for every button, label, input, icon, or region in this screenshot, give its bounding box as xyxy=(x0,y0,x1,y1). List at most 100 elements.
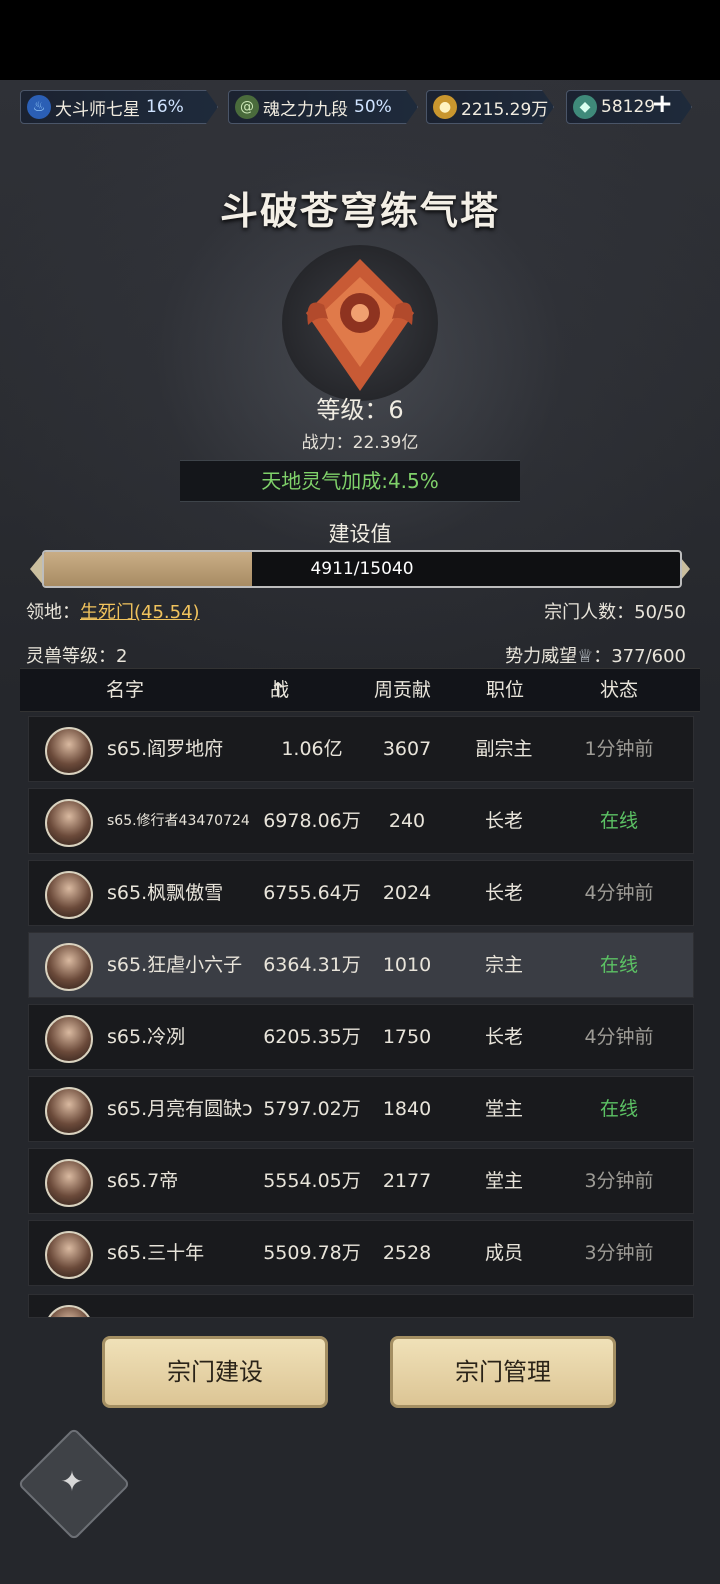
soul-power-bar[interactable]: @ 魂之力九段 50% xyxy=(228,90,418,124)
member-name: s65.冷冽 xyxy=(107,1026,186,1048)
prestige-icon: ♕ xyxy=(577,646,594,667)
member-avatar[interactable] xyxy=(45,871,93,919)
member-status: 在线 xyxy=(599,1098,638,1120)
member-position: 宗主 xyxy=(484,954,523,976)
member-position: 堂主 xyxy=(484,1098,523,1120)
member-status: 1分钟前 xyxy=(584,738,654,760)
member-contribution: 1010 xyxy=(382,954,432,976)
col-name: 名字 xyxy=(106,679,145,701)
member-power: 1.06亿 xyxy=(281,738,343,760)
soul-flame-icon: ♨ xyxy=(27,95,51,119)
soul-power-label: 魂之力九段 xyxy=(263,99,348,120)
member-power: 5554.05万 xyxy=(263,1170,361,1192)
member-name: s65.修行者43470724 xyxy=(107,813,250,829)
jade-amount: 58129 xyxy=(601,97,656,117)
member-position: 长老 xyxy=(484,882,523,904)
member-status: 在线 xyxy=(599,954,638,976)
build-value-label: 建设值 xyxy=(328,522,392,546)
member-table-header: 名字 战力↑ 周贡献 职位 状态 xyxy=(20,668,700,743)
member-row[interactable]: s65.阎罗地府 1.06亿 3607 副宗主 1分钟前 xyxy=(28,716,694,782)
col-contribution[interactable]: 周贡献 xyxy=(374,669,431,711)
coin-bar[interactable]: ● 2215.29万 xyxy=(426,90,554,124)
member-power: 6205.35万 xyxy=(263,1026,361,1048)
jade-bar[interactable]: ◆ 58129 + xyxy=(566,90,692,124)
member-row[interactable]: s65.冷冽 6205.35万 1750 长老 4分钟前 xyxy=(28,1004,694,1070)
member-power: 6978.06万 xyxy=(263,810,361,832)
member-avatar[interactable] xyxy=(45,1231,93,1279)
member-power: 6364.31万 xyxy=(263,954,361,976)
member-avatar[interactable] xyxy=(45,1305,93,1317)
member-position: 长老 xyxy=(484,810,523,832)
member-status: 4分钟前 xyxy=(584,882,654,904)
member-position: 长老 xyxy=(484,1026,523,1048)
sort-up-icon: ↑ xyxy=(270,679,286,701)
member-row[interactable]: s65.三十年 5509.78万 2528 成员 3分钟前 xyxy=(28,1220,694,1286)
territory-info: 领地：生死门(45.54) xyxy=(26,598,200,624)
member-contribution: 2528 xyxy=(382,1242,432,1264)
jade-icon: ◆ xyxy=(573,95,597,119)
page-title: 斗破苍穹练气塔 xyxy=(219,188,500,233)
member-row-self[interactable]: s65.狂虐小六子 6364.31万 1010 宗主 在线 xyxy=(28,932,694,998)
member-avatar[interactable] xyxy=(45,799,93,847)
member-contribution: 1840 xyxy=(382,1098,432,1120)
prestige-label: 势力威望 xyxy=(505,646,578,667)
col-position: 职位 xyxy=(486,679,525,701)
member-row[interactable]: s65.枫飘傲雪 6755.64万 2024 长老 4分钟前 xyxy=(28,860,694,926)
status-bar-blank xyxy=(0,0,720,80)
member-name: s65.7帝 xyxy=(107,1170,179,1192)
member-name: s65.阎罗地府 xyxy=(107,738,224,760)
member-row[interactable]: s65.月亮有圆缺ↄ 5797.02万 1840 堂主 在线 xyxy=(28,1076,694,1142)
member-name: s65.月亮有圆缺ↄ xyxy=(107,1098,253,1120)
member-name: s65.枫飘傲雪 xyxy=(107,882,224,904)
beast-level: 灵兽等级：2 xyxy=(26,646,128,667)
build-progress-text: 4911/15040 xyxy=(310,559,414,579)
add-jade-button[interactable]: + xyxy=(651,89,673,119)
cultivation-rank-label: 大斗师七星 xyxy=(55,99,140,120)
prestige-value: ：377/600 xyxy=(593,646,686,667)
prestige-info: 势力威望♕：377/600 xyxy=(505,642,686,668)
sect-emblem-icon xyxy=(306,259,414,391)
member-status: 4分钟前 xyxy=(584,1026,654,1048)
member-row-partial[interactable] xyxy=(28,1294,694,1318)
sect-power: 战力：22.39亿 xyxy=(301,433,419,453)
cultivation-rank-bar[interactable]: ♨ 大斗师七星 16% xyxy=(20,90,218,124)
coin-icon: ● xyxy=(433,95,457,119)
soul-power-percent: 50% xyxy=(354,97,392,117)
cultivation-rank-percent: 16% xyxy=(146,97,184,117)
member-position: 成员 xyxy=(484,1242,523,1264)
member-status: 3分钟前 xyxy=(584,1170,654,1192)
member-power: 6755.64万 xyxy=(263,882,361,904)
compass-icon: ✦ xyxy=(60,1465,84,1498)
member-position: 堂主 xyxy=(484,1170,523,1192)
territory-label: 领地： xyxy=(26,602,80,623)
spiral-icon: @ xyxy=(235,95,259,119)
member-contribution: 3607 xyxy=(382,738,432,760)
build-progress-bar: 4911/15040 xyxy=(42,550,682,588)
member-name: s65.三十年 xyxy=(107,1242,205,1264)
member-avatar[interactable] xyxy=(45,1015,93,1063)
member-row[interactable]: s65.修行者43470724 6978.06万 240 长老 在线 xyxy=(28,788,694,854)
coin-amount: 2215.29万 xyxy=(461,99,549,120)
member-avatar[interactable] xyxy=(45,1159,93,1207)
member-contribution: 2177 xyxy=(382,1170,432,1192)
member-avatar[interactable] xyxy=(45,727,93,775)
member-name: s65.狂虐小六子 xyxy=(107,954,243,976)
sect-manage-button[interactable]: 宗门管理 xyxy=(390,1336,616,1408)
spirit-bonus: 天地灵气加成:4.5% xyxy=(180,460,520,502)
member-avatar[interactable] xyxy=(45,1087,93,1135)
territory-link[interactable]: 生死门(45.54) xyxy=(80,602,200,623)
sect-level: 等级：6 xyxy=(316,396,404,424)
col-status: 状态 xyxy=(600,679,639,701)
member-power: 5797.02万 xyxy=(263,1098,361,1120)
member-position: 副宗主 xyxy=(475,738,533,760)
member-contribution: 1750 xyxy=(382,1026,432,1048)
member-count: 宗门人数：50/50 xyxy=(544,602,686,623)
member-row[interactable]: s65.7帝 5554.05万 2177 堂主 3分钟前 xyxy=(28,1148,694,1214)
member-contribution: 2024 xyxy=(382,882,432,904)
member-status: 3分钟前 xyxy=(584,1242,654,1264)
member-contribution: 240 xyxy=(388,810,426,832)
member-power: 5509.78万 xyxy=(263,1242,361,1264)
member-status: 在线 xyxy=(599,810,638,832)
sect-build-button[interactable]: 宗门建设 xyxy=(102,1336,328,1408)
member-avatar[interactable] xyxy=(45,943,93,991)
